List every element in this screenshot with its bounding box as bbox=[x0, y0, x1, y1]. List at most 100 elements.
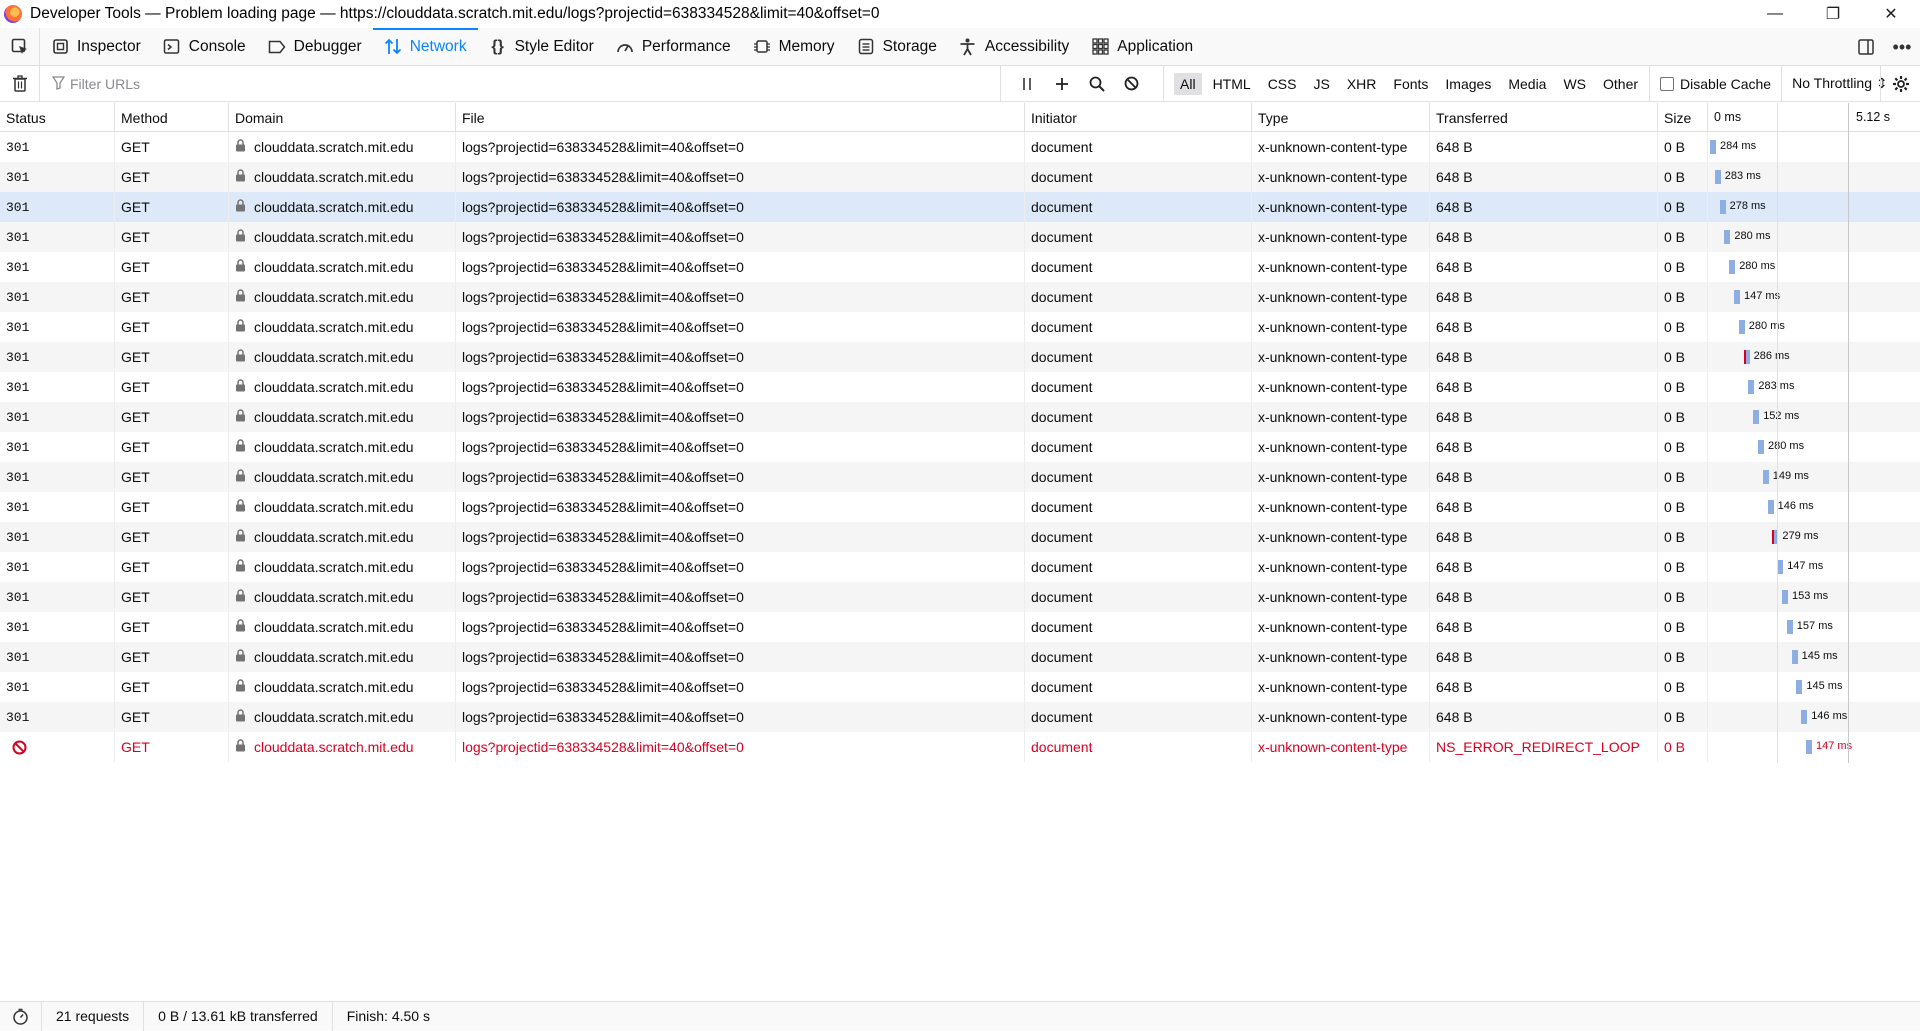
lock-icon bbox=[235, 169, 246, 185]
table-row[interactable]: 301 GET clouddata.scratch.mit.edu logs?proj… bbox=[0, 492, 1920, 522]
tab-debugger[interactable]: Debugger bbox=[257, 28, 373, 66]
more-options-icon[interactable]: ••• bbox=[1884, 28, 1920, 66]
table-row[interactable]: 301 GET clouddata.scratch.mit.edu logs?proj… bbox=[0, 612, 1920, 642]
column-header-domain[interactable]: Domain bbox=[229, 103, 456, 132]
filter-type-ws[interactable]: WS bbox=[1557, 73, 1592, 95]
waterfall-gridline bbox=[1848, 103, 1849, 763]
column-header-type[interactable]: Type bbox=[1252, 103, 1430, 132]
pause-icon[interactable] bbox=[1009, 66, 1044, 102]
cell-type: x-unknown-content-type bbox=[1252, 672, 1430, 702]
tab-storage[interactable]: Storage bbox=[846, 28, 948, 66]
cell-type: x-unknown-content-type bbox=[1252, 132, 1430, 162]
filter-urls-input[interactable] bbox=[70, 75, 970, 92]
element-picker-button[interactable] bbox=[0, 27, 40, 66]
waterfall-time-label: 147 ms bbox=[1787, 560, 1824, 572]
tab-style-editor[interactable]: {} Style Editor bbox=[478, 28, 605, 66]
column-header-transferred[interactable]: Transferred bbox=[1430, 103, 1658, 132]
filter-type-xhr[interactable]: XHR bbox=[1341, 73, 1383, 95]
devtools-toolbar: Inspector Console Debugger Network {} Style E… bbox=[0, 27, 1920, 66]
close-icon[interactable]: ✕ bbox=[1862, 0, 1920, 28]
disable-cache-label: Disable Cache bbox=[1680, 75, 1772, 92]
cell-method: GET bbox=[115, 402, 229, 432]
column-header-size[interactable]: Size bbox=[1658, 103, 1708, 132]
filter-type-css[interactable]: CSS bbox=[1262, 73, 1303, 95]
column-header-initiator[interactable]: Initiator bbox=[1025, 103, 1252, 132]
table-row[interactable]: 301 GET clouddata.scratch.mit.edu logs?proj… bbox=[0, 582, 1920, 612]
filter-type-all[interactable]: All bbox=[1174, 72, 1202, 95]
domain-text: clouddata.scratch.mit.edu bbox=[254, 589, 414, 605]
dock-toggle-icon[interactable] bbox=[1848, 28, 1884, 66]
tab-inspector[interactable]: Inspector bbox=[40, 28, 152, 66]
cell-type: x-unknown-content-type bbox=[1252, 522, 1430, 552]
table-row[interactable]: 301 GET clouddata.scratch.mit.edu logs?proj… bbox=[0, 552, 1920, 582]
table-row[interactable]: 301 GET clouddata.scratch.mit.edu logs?proj… bbox=[0, 402, 1920, 432]
table-row[interactable]: GET clouddata.scratch.mit.edu logs?project… bbox=[0, 732, 1920, 762]
table-row[interactable]: 301 GET clouddata.scratch.mit.edu logs?proj… bbox=[0, 642, 1920, 672]
table-row[interactable]: 301 GET clouddata.scratch.mit.edu logs?proj… bbox=[0, 342, 1920, 372]
waterfall-tick-label: 0 ms bbox=[1714, 110, 1742, 124]
table-row[interactable]: 301 GET clouddata.scratch.mit.edu logs?proj… bbox=[0, 312, 1920, 342]
cell-status: 301 bbox=[0, 132, 115, 162]
table-row[interactable]: 301 GET clouddata.scratch.mit.edu logs?proj… bbox=[0, 462, 1920, 492]
add-request-icon[interactable] bbox=[1044, 66, 1079, 102]
performance-analysis-button[interactable] bbox=[0, 1001, 42, 1031]
table-row[interactable]: 301 GET clouddata.scratch.mit.edu logs?proj… bbox=[0, 522, 1920, 552]
filter-type-fonts[interactable]: Fonts bbox=[1387, 73, 1434, 95]
filter-type-html[interactable]: HTML bbox=[1207, 73, 1257, 95]
cell-status: 301 bbox=[0, 402, 115, 432]
cell-type: x-unknown-content-type bbox=[1252, 162, 1430, 192]
tab-console[interactable]: Console bbox=[152, 28, 257, 66]
cell-status: 301 bbox=[0, 432, 115, 462]
disable-cache-toggle[interactable]: Disable Cache bbox=[1649, 65, 1781, 102]
tab-performance[interactable]: Performance bbox=[605, 28, 742, 66]
table-row[interactable]: 301 GET clouddata.scratch.mit.edu logs?proj… bbox=[0, 702, 1920, 732]
domain-text: clouddata.scratch.mit.edu bbox=[254, 619, 414, 635]
search-icon[interactable] bbox=[1079, 66, 1114, 102]
tab-accessibility[interactable]: Accessibility bbox=[948, 28, 1080, 66]
cell-type: x-unknown-content-type bbox=[1252, 282, 1430, 312]
clear-requests-button[interactable] bbox=[0, 65, 40, 102]
minimize-icon[interactable]: — bbox=[1746, 0, 1804, 28]
application-icon bbox=[1091, 38, 1109, 55]
block-requests-icon[interactable] bbox=[1114, 66, 1149, 102]
column-header-file[interactable]: File bbox=[456, 103, 1025, 132]
filter-type-js[interactable]: JS bbox=[1307, 73, 1335, 95]
waterfall-time-label: 147 ms bbox=[1816, 740, 1853, 752]
cell-file: logs?projectid=638334528&limit=40&offset… bbox=[456, 582, 1025, 612]
column-header-method[interactable]: Method bbox=[115, 103, 229, 132]
throttling-value: No Throttling ⇕ bbox=[1792, 75, 1888, 91]
domain-text: clouddata.scratch.mit.edu bbox=[254, 559, 414, 575]
tab-label: Memory bbox=[778, 37, 835, 55]
waterfall-bar bbox=[1796, 680, 1803, 694]
table-row[interactable]: 301 GET clouddata.scratch.mit.edu logs?proj… bbox=[0, 252, 1920, 282]
cell-status bbox=[0, 732, 115, 762]
tab-application[interactable]: Application bbox=[1080, 28, 1204, 66]
table-row[interactable]: 301 GET clouddata.scratch.mit.edu logs?proj… bbox=[0, 222, 1920, 252]
filter-type-media[interactable]: Media bbox=[1502, 73, 1552, 95]
window-titlebar: Developer Tools — Problem loading page —… bbox=[0, 0, 1920, 28]
table-row[interactable]: 301 GET clouddata.scratch.mit.edu logs?proj… bbox=[0, 372, 1920, 402]
cell-domain: clouddata.scratch.mit.edu bbox=[229, 552, 456, 582]
storage-icon bbox=[857, 38, 875, 55]
disable-cache-checkbox[interactable] bbox=[1660, 76, 1675, 91]
column-header-waterfall[interactable]: 0 ms 5.12 s bbox=[1708, 103, 1920, 132]
tab-network[interactable]: Network bbox=[372, 27, 478, 66]
domain-text: clouddata.scratch.mit.edu bbox=[254, 379, 414, 395]
table-row[interactable]: 301 GET clouddata.scratch.mit.edu logs?proj… bbox=[0, 192, 1920, 222]
table-row[interactable]: 301 GET clouddata.scratch.mit.edu logs?proj… bbox=[0, 132, 1920, 162]
table-row[interactable]: 301 GET clouddata.scratch.mit.edu logs?proj… bbox=[0, 672, 1920, 702]
table-row[interactable]: 301 GET clouddata.scratch.mit.edu logs?proj… bbox=[0, 282, 1920, 312]
cell-waterfall: 280 ms bbox=[1708, 312, 1920, 342]
filter-type-other[interactable]: Other bbox=[1597, 73, 1644, 95]
cell-waterfall: 146 ms bbox=[1708, 492, 1920, 522]
table-row[interactable]: 301 GET clouddata.scratch.mit.edu logs?proj… bbox=[0, 162, 1920, 192]
network-settings-button[interactable] bbox=[1880, 66, 1920, 102]
cell-transferred: 648 B bbox=[1430, 282, 1658, 312]
table-row[interactable]: 301 GET clouddata.scratch.mit.edu logs?proj… bbox=[0, 432, 1920, 462]
cell-domain: clouddata.scratch.mit.edu bbox=[229, 282, 456, 312]
restore-icon[interactable]: ❐ bbox=[1804, 0, 1862, 28]
tab-memory[interactable]: Memory bbox=[742, 28, 846, 66]
cell-waterfall: 286 ms bbox=[1708, 342, 1920, 372]
filter-type-images[interactable]: Images bbox=[1439, 73, 1497, 95]
column-header-status[interactable]: Status bbox=[0, 103, 115, 132]
